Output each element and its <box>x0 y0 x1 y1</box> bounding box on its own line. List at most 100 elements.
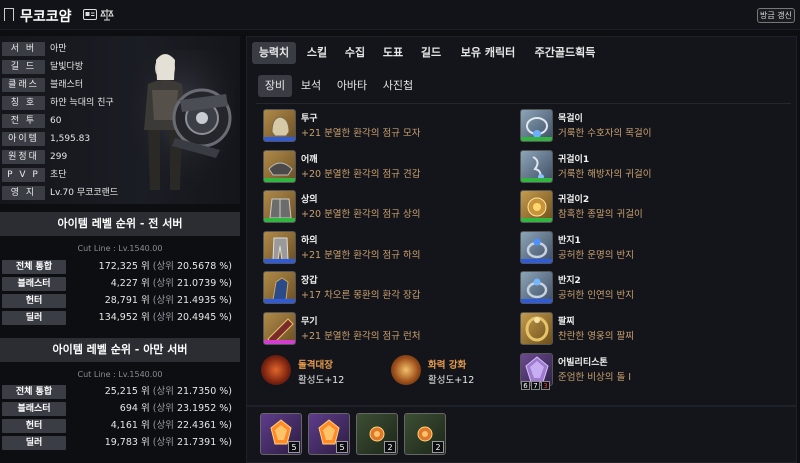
equipment-name: 어깨 <box>301 154 318 165</box>
rank-percent-label: (상위 <box>152 420 174 431</box>
rank-percent: 21.7350 %) <box>176 386 232 397</box>
gem-slot[interactable]: 2 <box>356 413 398 455</box>
quality-bar <box>521 258 552 263</box>
gem-level: 2 <box>432 441 444 453</box>
tab-4[interactable]: 길드 <box>414 42 448 64</box>
rank-percent-label: (상위 <box>152 403 174 414</box>
tab-0[interactable]: 능력치 <box>252 42 296 64</box>
equipment-slot[interactable]: 목걸이거룩한 수호자의 목걸이 <box>520 109 770 145</box>
rank-percent: 22.4361 %) <box>176 420 232 431</box>
quality-bar <box>264 339 295 344</box>
shoulder-icon <box>263 149 296 183</box>
equipment-desc: 거룩한 해방자의 귀걸이 <box>558 168 652 180</box>
equipment-slot[interactable]: 귀걸이1 거룩한 해방자의 귀걸이 <box>520 149 770 186</box>
equipment-desc: +20 분열한 환각의 점규 상의 <box>301 209 421 220</box>
ability-stone-desc: 준엄한 비상의 돌 I <box>558 372 632 383</box>
profile-label: 전 투 <box>2 114 45 128</box>
rank-value: 134,952 위 (상위 20.4945 %) <box>70 311 232 325</box>
engraving-2[interactable]: 화력 강화 활성도+12 <box>391 355 511 389</box>
bracelet-icon <box>520 311 553 345</box>
earring-icon <box>520 190 553 223</box>
ranking-server-cutline: Cut Line : Lv.1540.00 <box>77 370 163 379</box>
equipment-desc: +17 차오른 몽환의 환각 장갑 <box>301 290 421 301</box>
tab-3[interactable]: 도표 <box>376 42 410 64</box>
equipment-slot[interactable]: 하의 +21 분열한 환각의 점규 하의 <box>263 230 513 267</box>
equipment-name: 투구 <box>301 114 318 124</box>
equipment-desc: 참혹한 종말의 귀걸이 <box>558 209 643 220</box>
bookmark-icon[interactable] <box>4 8 14 21</box>
rank-percent-label: (상위 <box>152 312 174 323</box>
rank-category: 헌터 <box>2 419 66 433</box>
equipment-name: 반지2 <box>558 276 581 286</box>
equipment-desc: 찬란한 영웅의 팔찌 <box>558 330 634 342</box>
equipment-slot[interactable]: 장갑 +17 차오른 몽환의 환각 장갑 <box>263 271 513 307</box>
rank-percent-label: (상위 <box>152 278 174 289</box>
equipment-slot[interactable]: 반지2 공허한 인연의 반지 <box>520 271 770 307</box>
rank-percent-label: (상위 <box>152 386 174 397</box>
subtab-0[interactable]: 장비 <box>258 75 292 97</box>
quality-bar <box>521 177 552 182</box>
subtab-2[interactable]: 아바타 <box>330 75 374 97</box>
subtab-3[interactable]: 사진첩 <box>376 75 420 97</box>
profile-value: 초단 <box>50 170 67 180</box>
refresh-button[interactable]: 방금 갱신 <box>757 8 795 23</box>
equipment-slot[interactable]: 상의 +20 분열한 환각의 점규 상의 <box>263 190 513 226</box>
rank-category: 딜러 <box>2 436 66 450</box>
tab-6[interactable]: 주간골드획득 <box>528 42 602 64</box>
stone-node-1: 6 <box>521 381 530 390</box>
equipment-slot[interactable]: 무기 +21 분열한 환각의 점규 런처 <box>263 311 513 348</box>
profile-label: 길 드 <box>2 60 45 74</box>
ring-icon <box>520 271 553 304</box>
engraving-1[interactable]: 돌격대장 활성도+12 <box>261 355 381 389</box>
quality-bar <box>264 177 295 182</box>
engraving-name: 화력 강화 <box>428 360 467 371</box>
equipment-slot[interactable]: 어깨 +20 분열한 환각의 점규 견갑 <box>263 149 513 186</box>
rank-percent: 21.0739 %) <box>176 278 232 289</box>
subtab-1[interactable]: 보석 <box>294 75 328 97</box>
rank-number: 19,783 위 <box>104 437 150 448</box>
rank-percent: 21.4935 %) <box>176 295 232 306</box>
ability-stone-name: 어빌리티스톤 <box>558 358 608 368</box>
equipment-name: 목걸이 <box>558 114 583 124</box>
ranking-all-cutline: Cut Line : Lv.1540.00 <box>77 244 163 253</box>
gem-slot[interactable]: 5 <box>308 413 350 455</box>
profile-label: 원정대 <box>2 150 45 164</box>
helmet-icon <box>263 109 296 142</box>
scale-icon[interactable] <box>100 8 114 21</box>
gem-level: 2 <box>384 441 396 453</box>
weapon-icon <box>263 311 296 345</box>
rank-category: 딜러 <box>2 311 66 325</box>
profile-value: 1,595.83 <box>50 134 91 144</box>
rank-percent: 20.4945 %) <box>176 312 232 323</box>
ranking-all-title: 아이템 레벨 순위 - 전 서버 <box>0 212 240 236</box>
tab-1[interactable]: 스킬 <box>300 42 334 64</box>
equipment-desc: 거룩한 수호자의 목걸이 <box>558 128 652 139</box>
id-card-icon[interactable] <box>83 9 97 20</box>
rank-number: 4,161 위 <box>110 420 150 431</box>
rank-category: 블래스터 <box>2 402 66 416</box>
tab-2[interactable]: 수집 <box>338 42 372 64</box>
rank-row: 딜러 19,783 위 (상위 21.7391 %) <box>0 436 240 450</box>
quality-bar <box>264 218 295 222</box>
quality-bar <box>521 299 552 303</box>
equipment-name: 장갑 <box>301 276 318 286</box>
gloves-icon <box>263 271 296 304</box>
equipment-slot[interactable]: 귀걸이2 참혹한 종말의 귀걸이 <box>520 190 770 226</box>
gem-slot[interactable]: 5 <box>260 413 302 455</box>
pants-icon <box>263 230 296 264</box>
rank-percent-label: (상위 <box>152 437 174 448</box>
profile-label: 영 지 <box>2 186 45 200</box>
equipment-name: 귀걸이1 <box>558 154 590 165</box>
ability-stone-slot[interactable]: 6 7 3 어빌리티스톤 준엄한 비상의 돌 I <box>520 353 770 390</box>
equipment-slot[interactable]: 반지1 공허한 운명의 반지 <box>520 230 770 267</box>
rank-value: 19,783 위 (상위 21.7391 %) <box>70 436 232 450</box>
equipment-slot[interactable]: 투구 +21 분열한 환각의 점규 모자 <box>263 109 513 145</box>
gem-slot[interactable]: 2 <box>404 413 446 455</box>
tab-5[interactable]: 보유 캐릭터 <box>452 42 524 64</box>
profile-value: 하얀 늑대의 친구 <box>50 98 114 108</box>
top-header: 무코코얌 방금 갱신 <box>0 0 800 30</box>
equipment-desc: 공허한 운명의 반지 <box>558 249 634 261</box>
rank-row: 전체 통합 25,215 위 (상위 21.7350 %) <box>0 385 240 399</box>
equipment-slot[interactable]: 팔찌 찬란한 영웅의 팔찌 <box>520 311 770 348</box>
earring-icon <box>520 149 553 183</box>
